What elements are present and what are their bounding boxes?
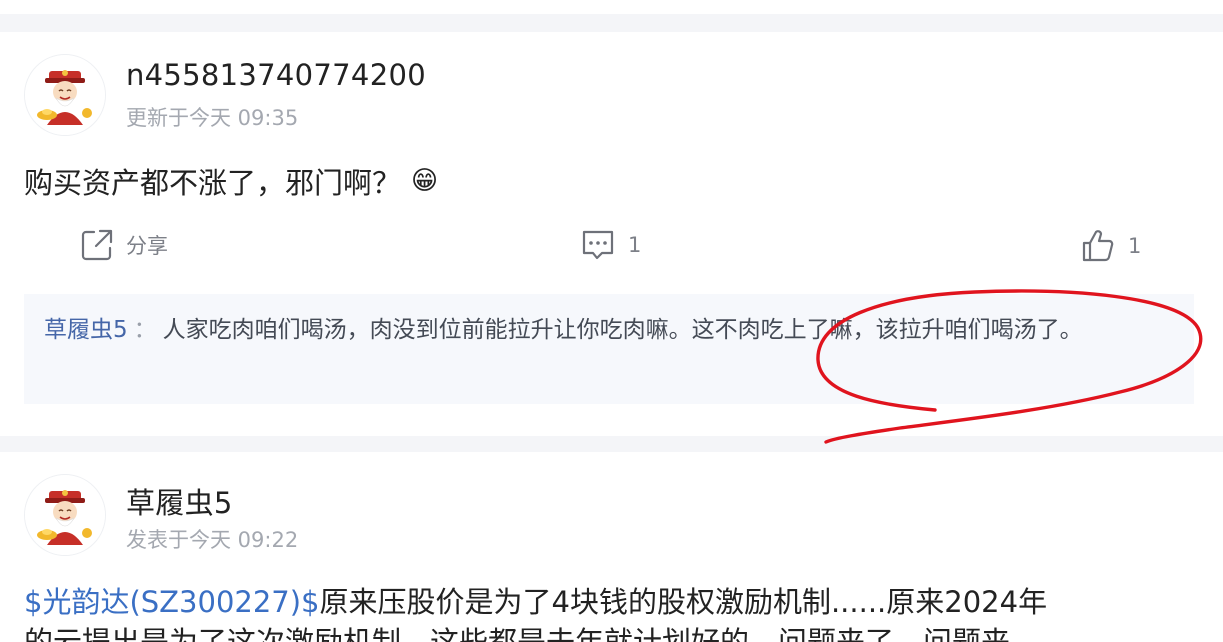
post-content-line: 的云提出是为了这次激励机制，这些都是去年就计划好的，问题来了，问题来 <box>24 625 1011 642</box>
post-text: 原来压股价是为了4块钱的股权激励机制......原来2024年 <box>319 585 1048 619</box>
reply-colon: ： <box>133 317 157 343</box>
feed-divider <box>0 14 1223 32</box>
like-button[interactable]: 1 <box>1080 228 1141 264</box>
post-timestamp: 更新于今天 09:35 <box>126 106 299 130</box>
feed-page: n455813740774200 更新于今天 09:35 购买资产都不涨了，邪门… <box>0 0 1223 642</box>
avatar[interactable] <box>24 474 106 556</box>
avatar[interactable] <box>24 54 106 136</box>
comment-button[interactable]: 1 <box>580 228 641 262</box>
post-content[interactable]: 购买资产都不涨了，邪门啊？ 😁 <box>24 160 438 202</box>
grin-emoji-icon: 😁 <box>411 166 439 196</box>
share-icon <box>81 229 113 261</box>
post-text: 购买资产都不涨了，邪门啊？ <box>24 166 402 200</box>
caishen-avatar-icon <box>25 55 105 135</box>
post-content-line: $光韵达(SZ300227)$原来压股价是为了4块钱的股权激励机制......原… <box>24 582 1209 622</box>
reply-text: 草履虫5：人家吃肉咱们喝汤，肉没到位前能拉升让你吃肉嘛。这不肉吃上了嘛，该拉升咱… <box>44 312 1154 348</box>
post-actions: 分享 1 1 <box>0 226 1223 266</box>
share-label: 分享 <box>126 234 168 258</box>
username[interactable]: 草履虫5 <box>126 480 233 522</box>
like-count: 1 <box>1128 234 1142 258</box>
feed-divider <box>0 436 1223 452</box>
thumbs-up-icon <box>1082 230 1114 262</box>
comment-count: 1 <box>628 233 642 257</box>
reply-author[interactable]: 草履虫5 <box>44 317 128 343</box>
reply-body: 人家吃肉咱们喝汤，肉没到位前能拉升让你吃肉嘛。这不肉吃上了嘛，该拉升咱们喝汤了。 <box>162 317 1083 343</box>
reply-preview[interactable]: 草履虫5：人家吃肉咱们喝汤，肉没到位前能拉升让你吃肉嘛。这不肉吃上了嘛，该拉升咱… <box>24 294 1194 404</box>
post-content[interactable]: $光韵达(SZ300227)$原来压股价是为了4块钱的股权激励机制......原… <box>24 582 1209 642</box>
caishen-avatar-icon <box>25 475 105 555</box>
post-timestamp: 发表于今天 09:22 <box>126 528 299 552</box>
comment-icon <box>582 230 614 260</box>
stock-link[interactable]: $光韵达(SZ300227)$ <box>24 585 320 619</box>
share-button[interactable]: 分享 <box>80 228 168 262</box>
username[interactable]: n455813740774200 <box>126 58 426 92</box>
